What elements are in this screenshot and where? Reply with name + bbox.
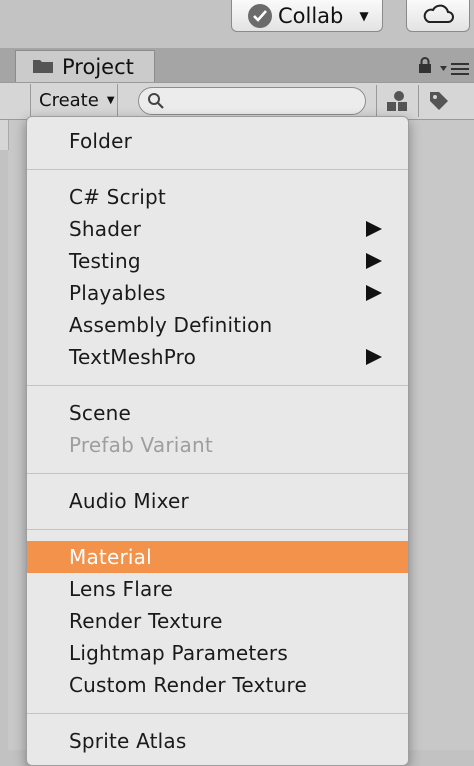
collab-button[interactable]: Collab ▼	[231, 0, 383, 32]
folder-icon	[32, 55, 54, 79]
menu-separator	[27, 529, 408, 530]
menu-item-lens-flare[interactable]: Lens Flare	[27, 573, 408, 605]
menu-item-material[interactable]: Material	[27, 541, 408, 573]
search-icon	[147, 92, 165, 114]
search-by-label-icon[interactable]	[418, 85, 459, 117]
menu-item-audio-mixer[interactable]: Audio Mixer	[27, 485, 408, 517]
search-field[interactable]	[138, 87, 366, 115]
check-circle-icon	[248, 3, 272, 28]
submenu-arrow-icon	[366, 349, 382, 365]
submenu-arrow-icon	[366, 253, 382, 269]
tab-project[interactable]: Project	[15, 50, 155, 82]
menu-item-sprite-atlas[interactable]: Sprite Atlas	[27, 725, 408, 757]
menu-item-custom-render-texture[interactable]: Custom Render Texture	[27, 669, 408, 701]
menu-item-lightmap-parameters[interactable]: Lightmap Parameters	[27, 637, 408, 669]
submenu-arrow-icon	[366, 221, 382, 237]
collab-label: Collab	[278, 3, 344, 28]
submenu-arrow-icon	[366, 285, 382, 301]
menu-item-folder[interactable]: Folder	[27, 125, 408, 157]
tab-project-label: Project	[62, 54, 134, 79]
menu-separator	[27, 713, 408, 714]
menu-item-csharp-script[interactable]: C# Script	[27, 181, 408, 213]
search-by-type-icon[interactable]	[376, 85, 417, 117]
menu-separator	[27, 473, 408, 474]
menu-item-testing[interactable]: Testing	[27, 245, 408, 277]
tab-strip: Project	[0, 48, 474, 82]
cloud-button[interactable]	[406, 0, 470, 32]
menu-separator	[27, 169, 408, 170]
menu-item-textmeshpro[interactable]: TextMeshPro	[27, 341, 408, 373]
menu-item-shader[interactable]: Shader	[27, 213, 408, 245]
lock-icon[interactable]	[418, 57, 432, 77]
cloud-icon	[422, 4, 454, 28]
search-input[interactable]	[169, 90, 353, 112]
menu-item-playables[interactable]: Playables	[27, 277, 408, 309]
menu-item-scene[interactable]: Scene	[27, 397, 408, 429]
create-menu: Folder C# Script Shader Testing Playable…	[26, 116, 409, 766]
chevron-down-icon: ▼	[359, 8, 369, 23]
menu-item-prefab-variant: Prefab Variant	[69, 433, 213, 457]
create-label: Create	[39, 90, 99, 111]
menu-separator	[27, 385, 408, 386]
top-toolbar: Collab ▼	[0, 0, 474, 48]
chevron-down-icon: ▼	[106, 95, 115, 106]
create-dropdown-button[interactable]: Create ▼	[30, 84, 118, 117]
project-toolbar: Create ▼	[0, 82, 474, 120]
menu-item-assembly-definition[interactable]: Assembly Definition	[27, 309, 408, 341]
folder-tree-edge	[0, 120, 9, 150]
panel-menu-icon[interactable]	[440, 60, 470, 79]
menu-item-render-texture[interactable]: Render Texture	[27, 605, 408, 637]
